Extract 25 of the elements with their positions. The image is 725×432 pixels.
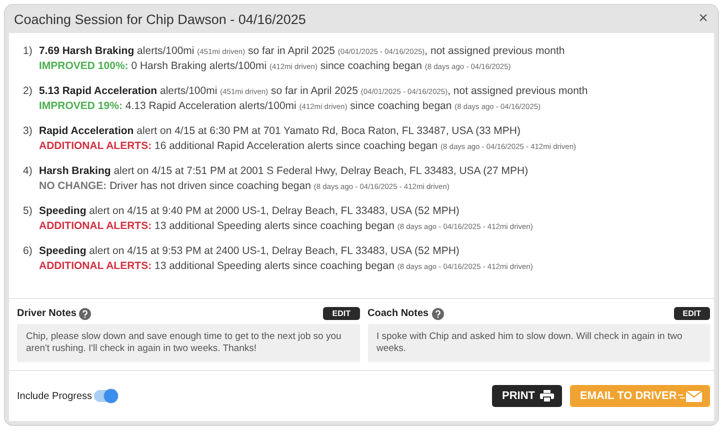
item-number: 6): [23, 245, 34, 259]
item-number: 2): [23, 85, 34, 99]
edit-button[interactable]: EDIT: [674, 307, 710, 320]
send-mail-icon: [678, 390, 702, 402]
window-title: Coaching Session for Chip Dawson - 04/16/2025: [14, 12, 306, 26]
alert-summary: Speeding alert on 4/15 at 9:40 PM at 2000 US-1, Delray Beach, FL 33483, USA (52 MPH): [39, 205, 460, 217]
alert-summary: Rapid Acceleration alert on 4/15 at 6:30 PM at 701 Yamato Rd, Boca Raton, FL 33487, USA (33 MPH): [39, 125, 522, 137]
print-button[interactable]: PRINT: [492, 385, 562, 407]
toggle-label: Include Progress: [17, 390, 92, 402]
notes-text[interactable]: Chip, please slow down and save enough time to get to the next job so you aren't rushing. I'll check in again in two weeks. Thanks!: [17, 324, 360, 362]
close-button[interactable]: ×: [698, 10, 708, 28]
item-number: 4): [23, 165, 34, 179]
item-number: 3): [23, 125, 34, 139]
alert-summary: Speeding alert on 4/15 at 9:53 PM at 2400 US-1, Delray Beach, FL 33483, USA (52 MPH): [39, 245, 460, 257]
item-number: 1): [23, 45, 34, 59]
notes-text[interactable]: I spoke with Chip and asked him to slow down. Will check in again in two weeks.: [368, 324, 710, 362]
printer-icon: [540, 390, 554, 402]
edit-button[interactable]: EDIT: [323, 307, 360, 320]
help-icon: [79, 308, 92, 320]
notes-title: Driver Notes: [17, 308, 76, 319]
help-icon: [432, 308, 444, 320]
notes-title: Coach Notes: [368, 308, 429, 319]
include-progress-toggle[interactable]: [94, 390, 116, 402]
item-number: 5): [23, 205, 34, 219]
alert-summary: Harsh Braking alert on 4/15 at 7:51 PM at 2001 S Federal Hwy, Delray Beach, FL 33483, USA (27 MPH): [39, 165, 528, 177]
